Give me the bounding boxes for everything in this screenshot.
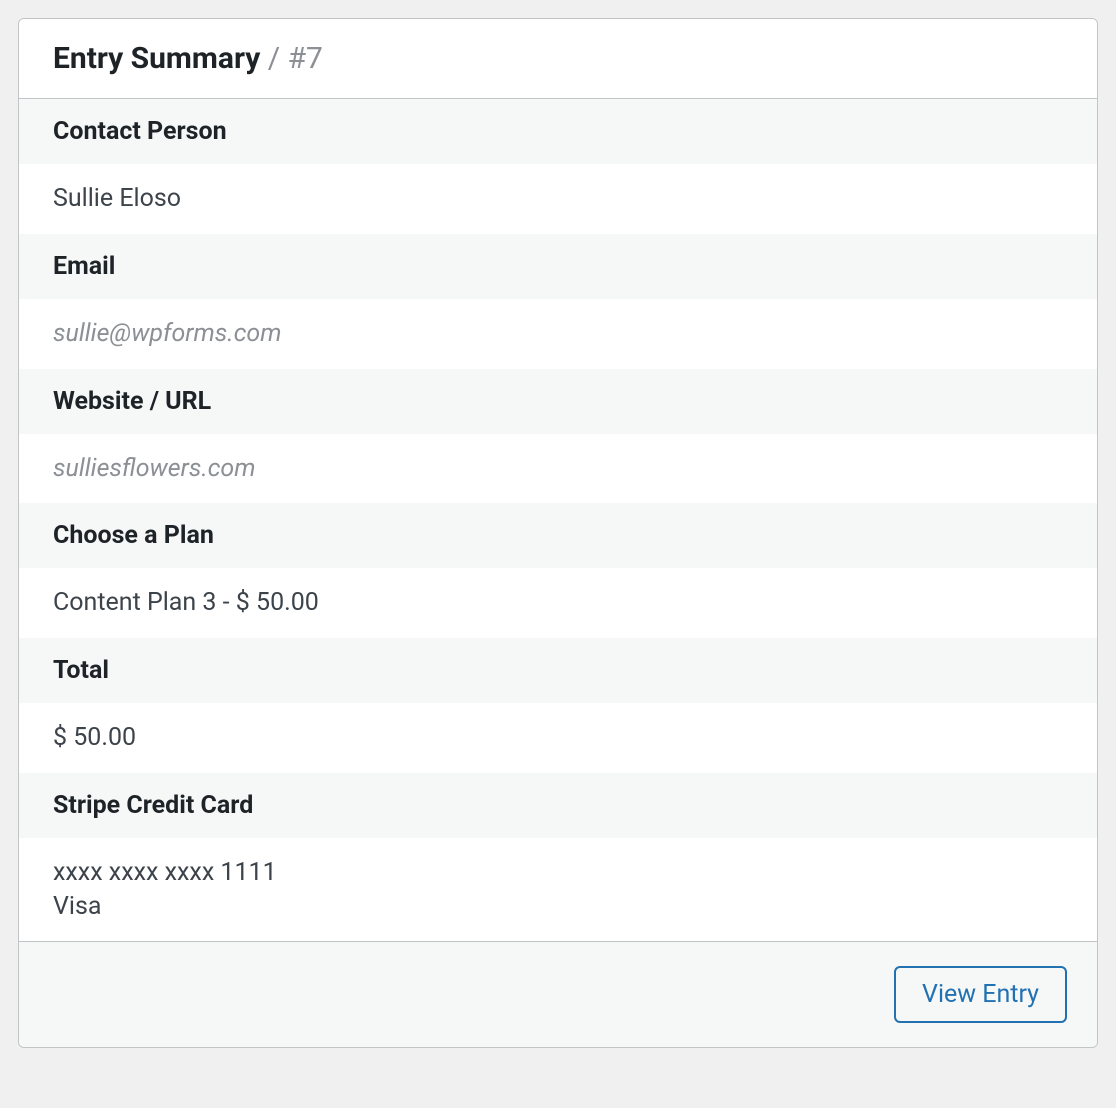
panel-title-separator: / [260, 41, 287, 76]
panel-header: Entry Summary / #7 [19, 19, 1097, 99]
field-label: Choose a Plan [19, 503, 1097, 568]
panel-footer: View Entry [19, 941, 1097, 1047]
field-value: Sullie Eloso [19, 164, 1097, 234]
field-label: Email [19, 234, 1097, 299]
view-entry-button[interactable]: View Entry [894, 966, 1067, 1023]
field-label: Total [19, 638, 1097, 703]
field-label: Website / URL [19, 369, 1097, 434]
field-label: Stripe Credit Card [19, 773, 1097, 838]
field-label: Contact Person [19, 99, 1097, 164]
panel-entry-id: #7 [288, 41, 323, 76]
fields-container: Contact Person Sullie Eloso Email sullie… [19, 99, 1097, 941]
field-value: Content Plan 3 - $ 50.00 [19, 568, 1097, 638]
panel-title: Entry Summary [53, 41, 260, 76]
field-value: sullie@wpforms.com [19, 299, 1097, 369]
field-value: sulliesflowers.com [19, 434, 1097, 504]
entry-summary-panel: Entry Summary / #7 Contact Person Sullie… [18, 18, 1098, 1048]
field-value: $ 50.00 [19, 703, 1097, 773]
field-value: xxxx xxxx xxxx 1111Visa [19, 838, 1097, 942]
